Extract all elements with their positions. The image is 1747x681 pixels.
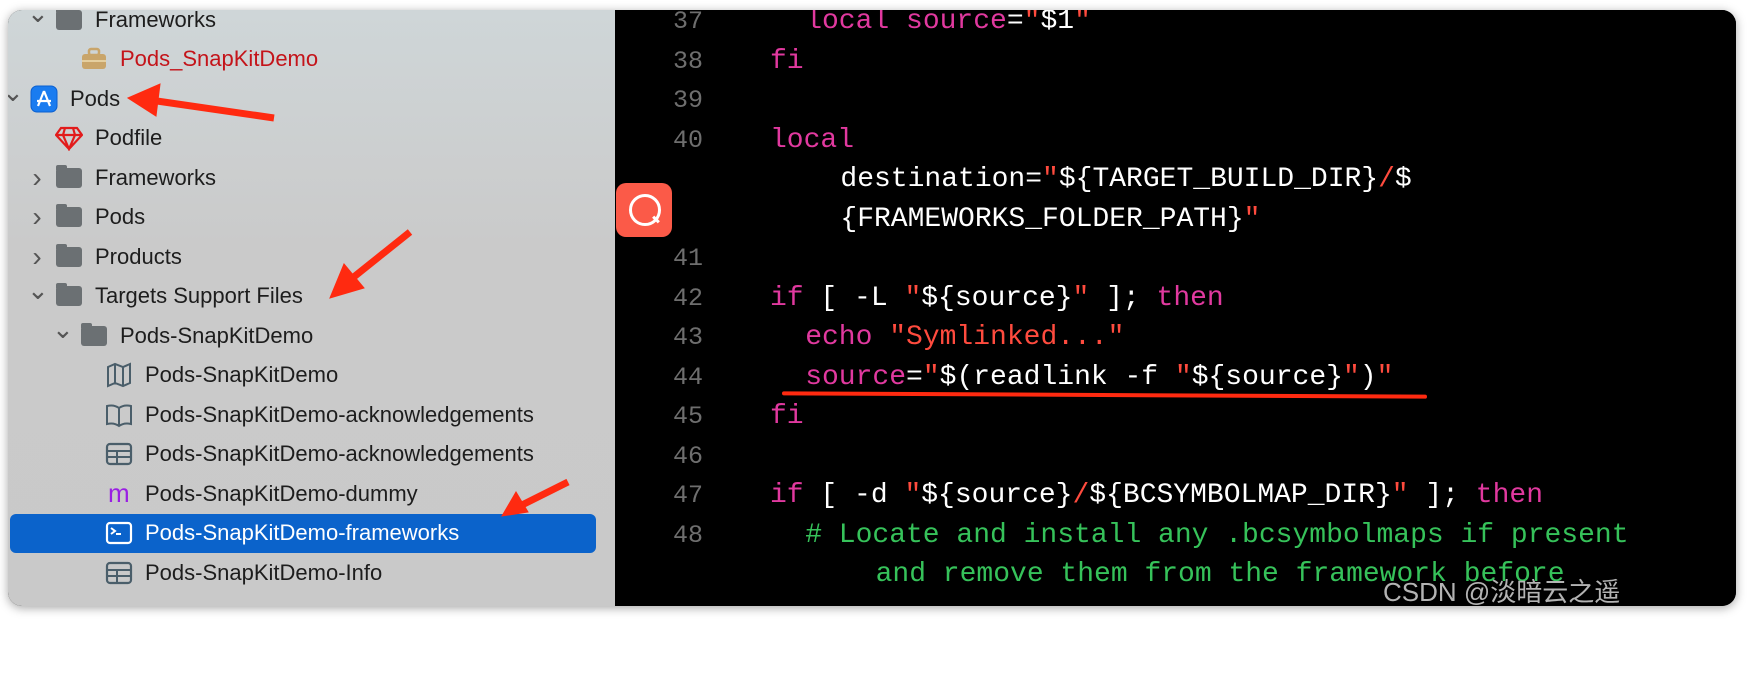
watermark: CSDN @淡暗云之遥 [1383,577,1621,607]
arrow-to-frameworks-script [501,478,570,517]
arrow-to-pods [126,83,275,122]
arrow-to-targets-support-files [329,229,413,299]
